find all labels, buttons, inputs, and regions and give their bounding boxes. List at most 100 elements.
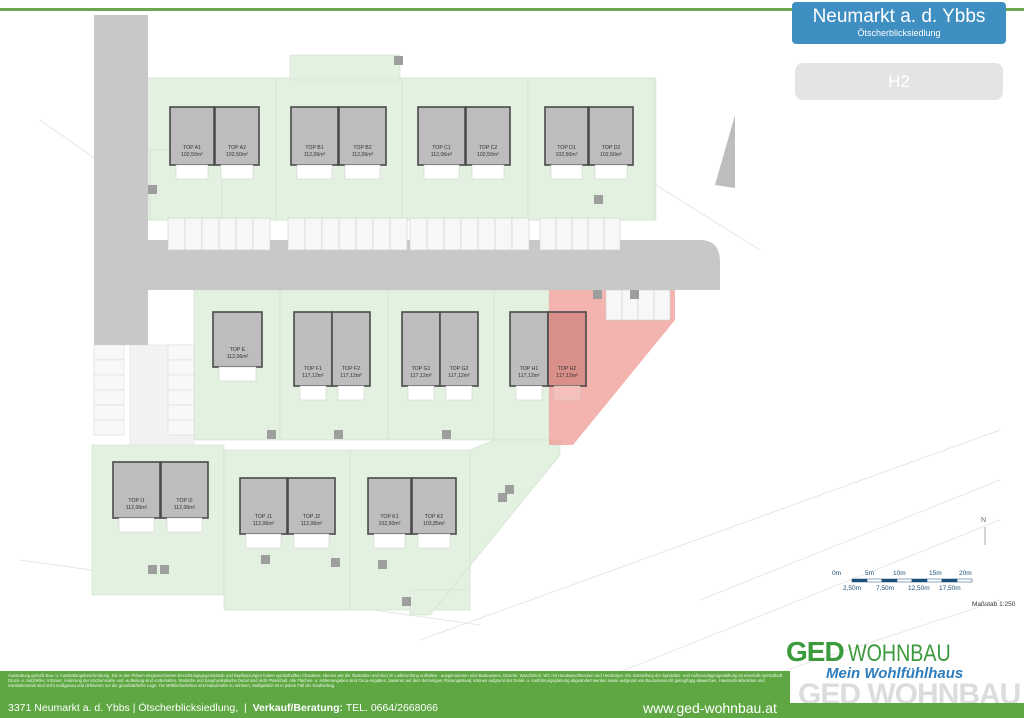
carport-space bbox=[167, 217, 186, 251]
carport-space bbox=[287, 217, 306, 251]
utility-box bbox=[267, 430, 276, 439]
unit-label: TOP B2 bbox=[353, 145, 371, 151]
terrace bbox=[296, 164, 333, 180]
unit-label: TOP H2 bbox=[558, 366, 577, 372]
carport-space bbox=[409, 217, 428, 251]
terrace bbox=[407, 385, 435, 401]
scale-bar-segment bbox=[926, 578, 943, 583]
carport-space bbox=[355, 217, 374, 251]
parking-space bbox=[93, 419, 125, 436]
parking-space bbox=[167, 389, 195, 406]
scale-label-top: 15m bbox=[929, 570, 942, 577]
terrace bbox=[423, 164, 460, 180]
terrace bbox=[166, 517, 203, 533]
carport-space bbox=[494, 217, 513, 251]
terrace bbox=[373, 533, 406, 549]
unit-area: 102,50m² bbox=[600, 152, 622, 158]
unit-area: 117,12m² bbox=[518, 373, 540, 379]
footer-address-line: 3371 Neumarkt a. d. Ybbs | Ötscherblicks… bbox=[8, 702, 438, 714]
scale-bar-segment bbox=[881, 578, 898, 583]
carport-space bbox=[252, 217, 271, 251]
scale-bar-segment bbox=[866, 578, 883, 583]
unit-area: 117,12m² bbox=[448, 373, 470, 379]
parking-space bbox=[93, 404, 125, 421]
terrace bbox=[344, 164, 381, 180]
unit-area: 102,50m² bbox=[379, 521, 401, 527]
logo-brand-bold: GED bbox=[786, 636, 845, 667]
terrace bbox=[553, 385, 581, 401]
utility-box bbox=[505, 485, 514, 494]
utility-box bbox=[378, 560, 387, 569]
terrace bbox=[515, 385, 543, 401]
utility-box bbox=[402, 597, 411, 606]
unit-label: TOP J1 bbox=[255, 514, 273, 520]
utility-box bbox=[594, 195, 603, 204]
unit-area: 102,50m² bbox=[556, 152, 578, 158]
parking-space bbox=[93, 359, 125, 376]
footer-sales-label: Verkauf/Beratung: bbox=[252, 702, 344, 714]
selected-unit-badge: H2 bbox=[795, 63, 1003, 100]
unit-area: 112,06m² bbox=[253, 521, 275, 527]
utility-box bbox=[261, 555, 270, 564]
scale-label-bottom: 17,50m bbox=[939, 585, 961, 592]
carport-space bbox=[338, 217, 357, 251]
parking-space bbox=[167, 404, 195, 421]
carport-space bbox=[511, 217, 530, 251]
unit-label: TOP A2 bbox=[228, 145, 246, 151]
scale-bar-segment bbox=[911, 578, 928, 583]
carport-space bbox=[571, 217, 589, 251]
unit-area: 112,06m² bbox=[301, 521, 323, 527]
scale-ratio: Maßstab 1:250 bbox=[972, 601, 1016, 608]
parking-space bbox=[167, 419, 195, 436]
scale-bar-segment bbox=[896, 578, 913, 583]
unit-label: TOP E bbox=[230, 347, 246, 353]
unit-label: TOP B1 bbox=[305, 145, 323, 151]
unit-label: TOP H1 bbox=[520, 366, 539, 372]
scale-bar-segment bbox=[851, 578, 868, 583]
carport-space bbox=[460, 217, 479, 251]
footer-sales-phone: TEL. 0664/2668066 bbox=[345, 702, 438, 714]
carport-space bbox=[201, 217, 220, 251]
project-title: Neumarkt a. d. Ybbs bbox=[812, 6, 986, 27]
north-label: N bbox=[981, 517, 986, 524]
unit-area: 112,06m² bbox=[174, 505, 196, 511]
unit-area: 112,06m² bbox=[304, 152, 326, 158]
unit-area: 112,06m² bbox=[431, 152, 453, 158]
footer-bar: Ausstattung gemäß Bau- u. Ausstattungsbe… bbox=[0, 671, 790, 718]
title-box: Neumarkt a. d. Ybbs Ötscherblicksiedlung bbox=[792, 2, 1006, 44]
footer-disclaimer: Ausstattung gemäß Bau- u. Ausstattungsbe… bbox=[8, 673, 784, 688]
unit-area: 102,50m² bbox=[226, 152, 248, 158]
unit-label: TOP J2 bbox=[303, 514, 321, 520]
scale-label-top: 5m bbox=[865, 570, 875, 577]
unit-area: 117,12m² bbox=[302, 373, 324, 379]
parking-space bbox=[167, 359, 195, 376]
unit-label: TOP C2 bbox=[479, 145, 498, 151]
unit-label: TOP G1 bbox=[412, 366, 431, 372]
road-stub bbox=[715, 115, 735, 188]
unit-label: TOP K2 bbox=[425, 514, 443, 520]
unit-label: TOP C1 bbox=[432, 145, 451, 151]
parking-space bbox=[93, 344, 125, 361]
unit-area: 103,85m² bbox=[423, 521, 445, 527]
footer-address: 3371 Neumarkt a. d. Ybbs | Ötscherblicks… bbox=[8, 702, 239, 714]
unit-label: TOP K1 bbox=[380, 514, 398, 520]
utility-box bbox=[148, 185, 157, 194]
utility-box bbox=[442, 430, 451, 439]
unit-label: TOP D1 bbox=[557, 145, 576, 151]
footer-website-link[interactable]: www.ged-wohnbau.at bbox=[643, 700, 777, 716]
terrace bbox=[293, 533, 330, 549]
scale-bar-segment bbox=[941, 578, 958, 583]
scale-label-top: 0m bbox=[832, 570, 842, 577]
utility-box bbox=[148, 565, 157, 574]
terrace bbox=[417, 533, 451, 549]
logo-tagline: Mein Wohlfühlhaus bbox=[826, 665, 964, 682]
utility-box bbox=[334, 430, 343, 439]
carport-space bbox=[426, 217, 445, 251]
logo-brand-rest: WOHNBAU bbox=[848, 640, 951, 667]
unit-area: 112,06m² bbox=[352, 152, 374, 158]
road-vertical bbox=[94, 15, 148, 345]
carport-space bbox=[184, 217, 203, 251]
terrace bbox=[299, 385, 327, 401]
terrace bbox=[245, 533, 282, 549]
utility-box bbox=[160, 565, 169, 574]
